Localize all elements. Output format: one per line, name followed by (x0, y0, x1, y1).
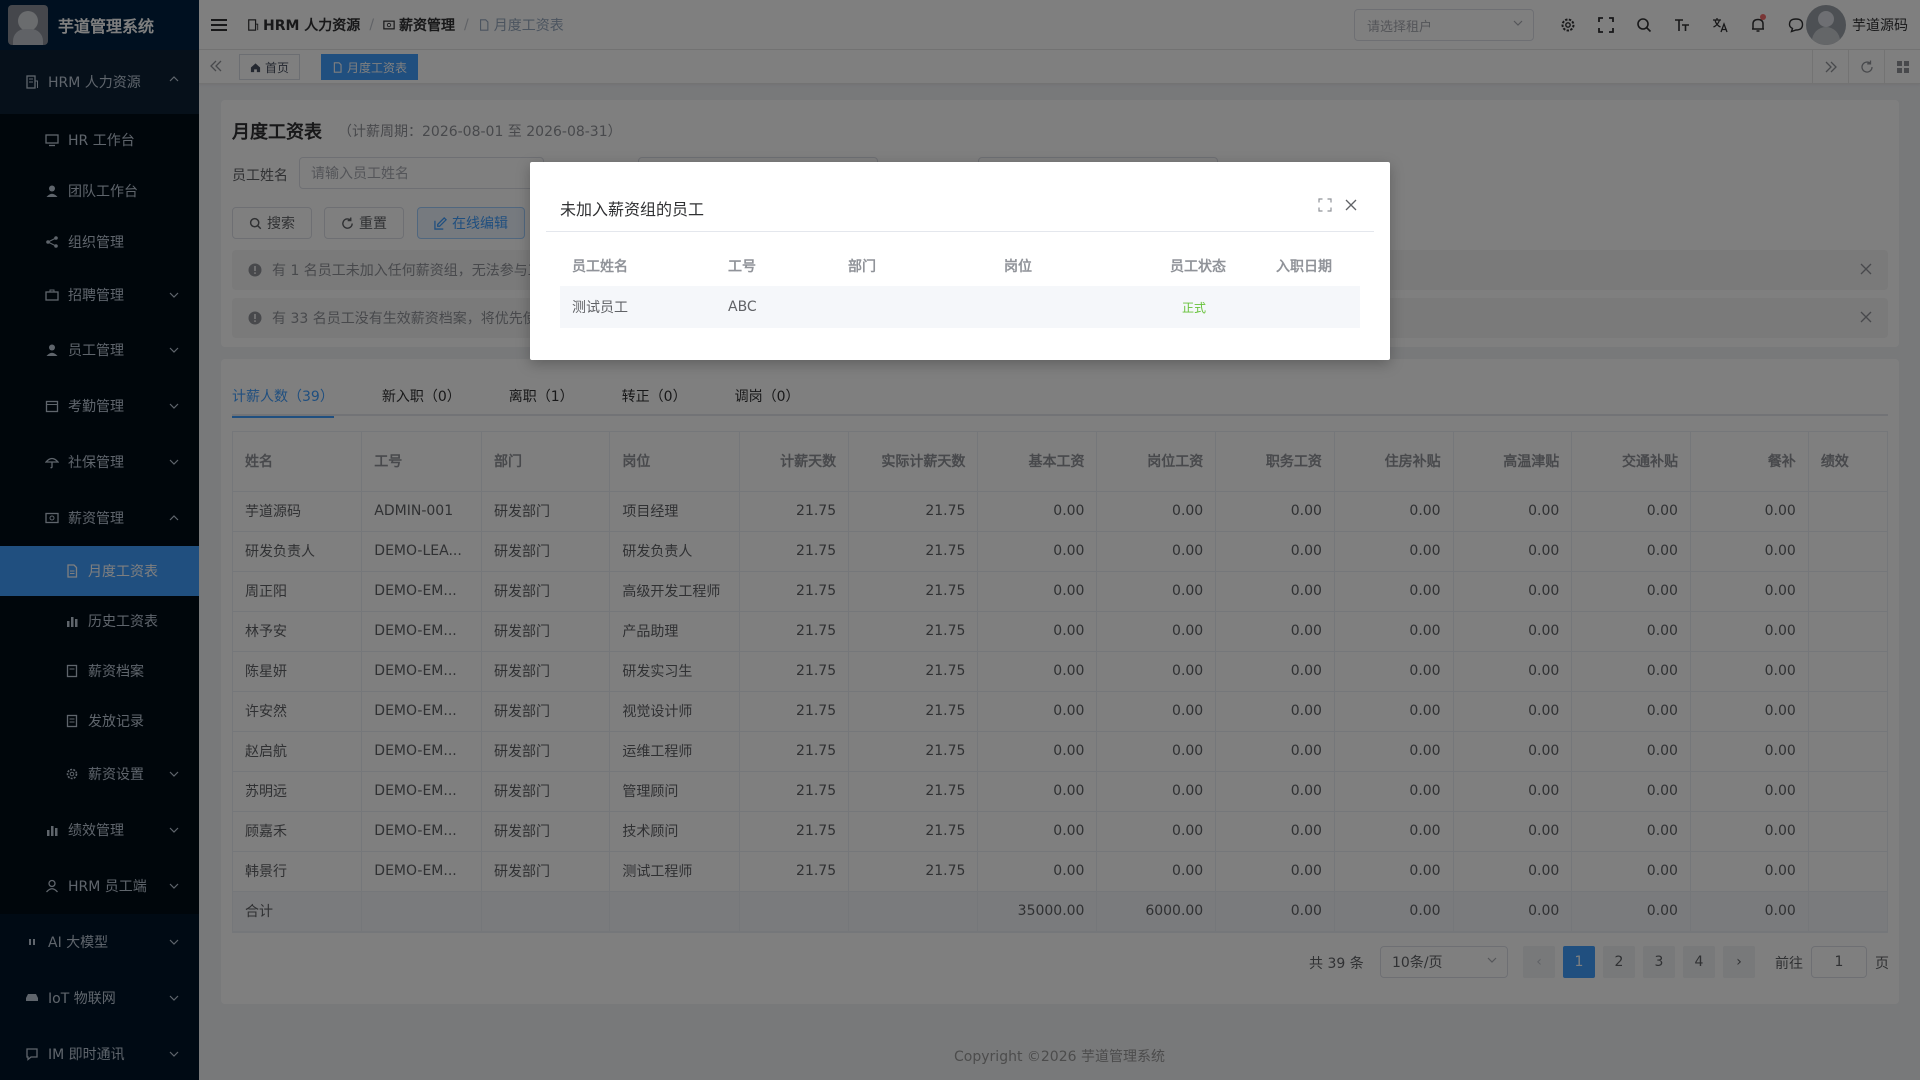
maximize-icon[interactable] (1318, 198, 1332, 212)
dialog-table-header: 员工姓名 工号 部门 岗位 员工状态 入职日期 (560, 246, 1360, 286)
dialog-table: 员工姓名 工号 部门 岗位 员工状态 入职日期 测试员工 ABC 正式 (560, 246, 1360, 328)
column-header: 部门 (848, 259, 876, 275)
status-badge: 正式 (1158, 299, 1264, 316)
unassigned-employees-dialog: 未加入薪资组的员工 员工姓名 工号 部门 岗位 员工状态 入职日期 测试员工 A… (530, 162, 1390, 360)
employee-no-cell: ABC (728, 299, 757, 315)
employee-name-cell: 测试员工 (572, 300, 628, 316)
column-header: 员工状态 (1170, 259, 1226, 275)
column-header: 入职日期 (1276, 259, 1332, 275)
close-icon[interactable] (1344, 198, 1358, 212)
dialog-table-row[interactable]: 测试员工 ABC 正式 (560, 286, 1360, 328)
status-text: 正式 (1182, 300, 1207, 315)
column-header: 工号 (728, 259, 756, 275)
column-header: 岗位 (1004, 259, 1032, 275)
dialog-title: 未加入薪资组的员工 (560, 200, 705, 219)
dialog-divider (546, 231, 1374, 232)
column-header: 员工姓名 (572, 259, 628, 275)
